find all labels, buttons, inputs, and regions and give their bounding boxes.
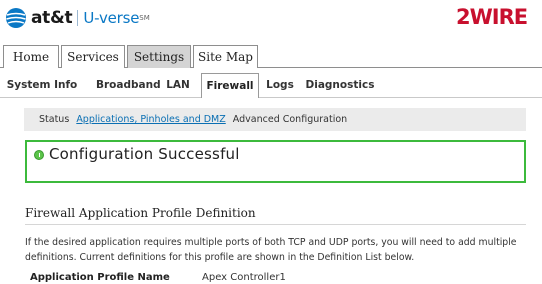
main-tab-bar: Home Services Settings Site Map — [0, 45, 542, 68]
crumb-status[interactable]: Status — [39, 114, 69, 125]
att-uverse-logo: at&t U-verse SM — [5, 7, 150, 29]
tab-site-map[interactable]: Site Map — [193, 45, 258, 68]
firewall-section-nav: Status Applications, Pinholes and DMZ Ad… — [24, 108, 526, 131]
subtab-firewall[interactable]: Firewall — [201, 73, 259, 99]
brand-att: at&t — [31, 8, 73, 28]
tab-settings[interactable]: Settings — [127, 45, 191, 68]
success-icon — [34, 150, 44, 160]
settings-sub-nav: System Info Broadband LAN Firewall Logs … — [0, 68, 542, 99]
2wire-logo-text: 2WIRE — [456, 5, 527, 27]
profile-name-label: Application Profile Name — [30, 272, 170, 283]
section-description: If the desired application requires mult… — [25, 237, 517, 263]
tab-home[interactable]: Home — [3, 45, 59, 68]
success-message: Configuration Successful — [49, 145, 240, 163]
section-divider — [25, 224, 526, 225]
subtab-lan[interactable]: LAN — [164, 73, 192, 98]
crumb-advanced-configuration[interactable]: Advanced Configuration — [233, 114, 347, 125]
success-banner: Configuration Successful — [25, 140, 526, 183]
subtab-logs[interactable]: Logs — [264, 73, 296, 98]
tab-services[interactable]: Services — [61, 45, 125, 68]
firewall-content: Status Applications, Pinholes and DMZ Ad… — [0, 98, 542, 284]
2wire-logo: 2WIRE — [456, 5, 528, 27]
section-title: Firewall Application Profile Definition — [25, 206, 256, 220]
profile-name-value: Apex Controller1 — [202, 272, 286, 283]
subtab-diagnostics[interactable]: Diagnostics — [305, 73, 375, 98]
crumb-applications-pinholes-dmz[interactable]: Applications, Pinholes and DMZ — [76, 114, 225, 125]
brand-uverse: U-verse — [83, 9, 140, 27]
header: at&t U-verse SM 2WIRE — [0, 0, 542, 46]
brand-trademark: SM — [139, 14, 150, 22]
subtab-system-info[interactable]: System Info — [4, 73, 80, 98]
att-globe-icon — [6, 8, 26, 28]
subtab-broadband[interactable]: Broadband — [96, 73, 161, 98]
brand-divider — [77, 10, 79, 26]
